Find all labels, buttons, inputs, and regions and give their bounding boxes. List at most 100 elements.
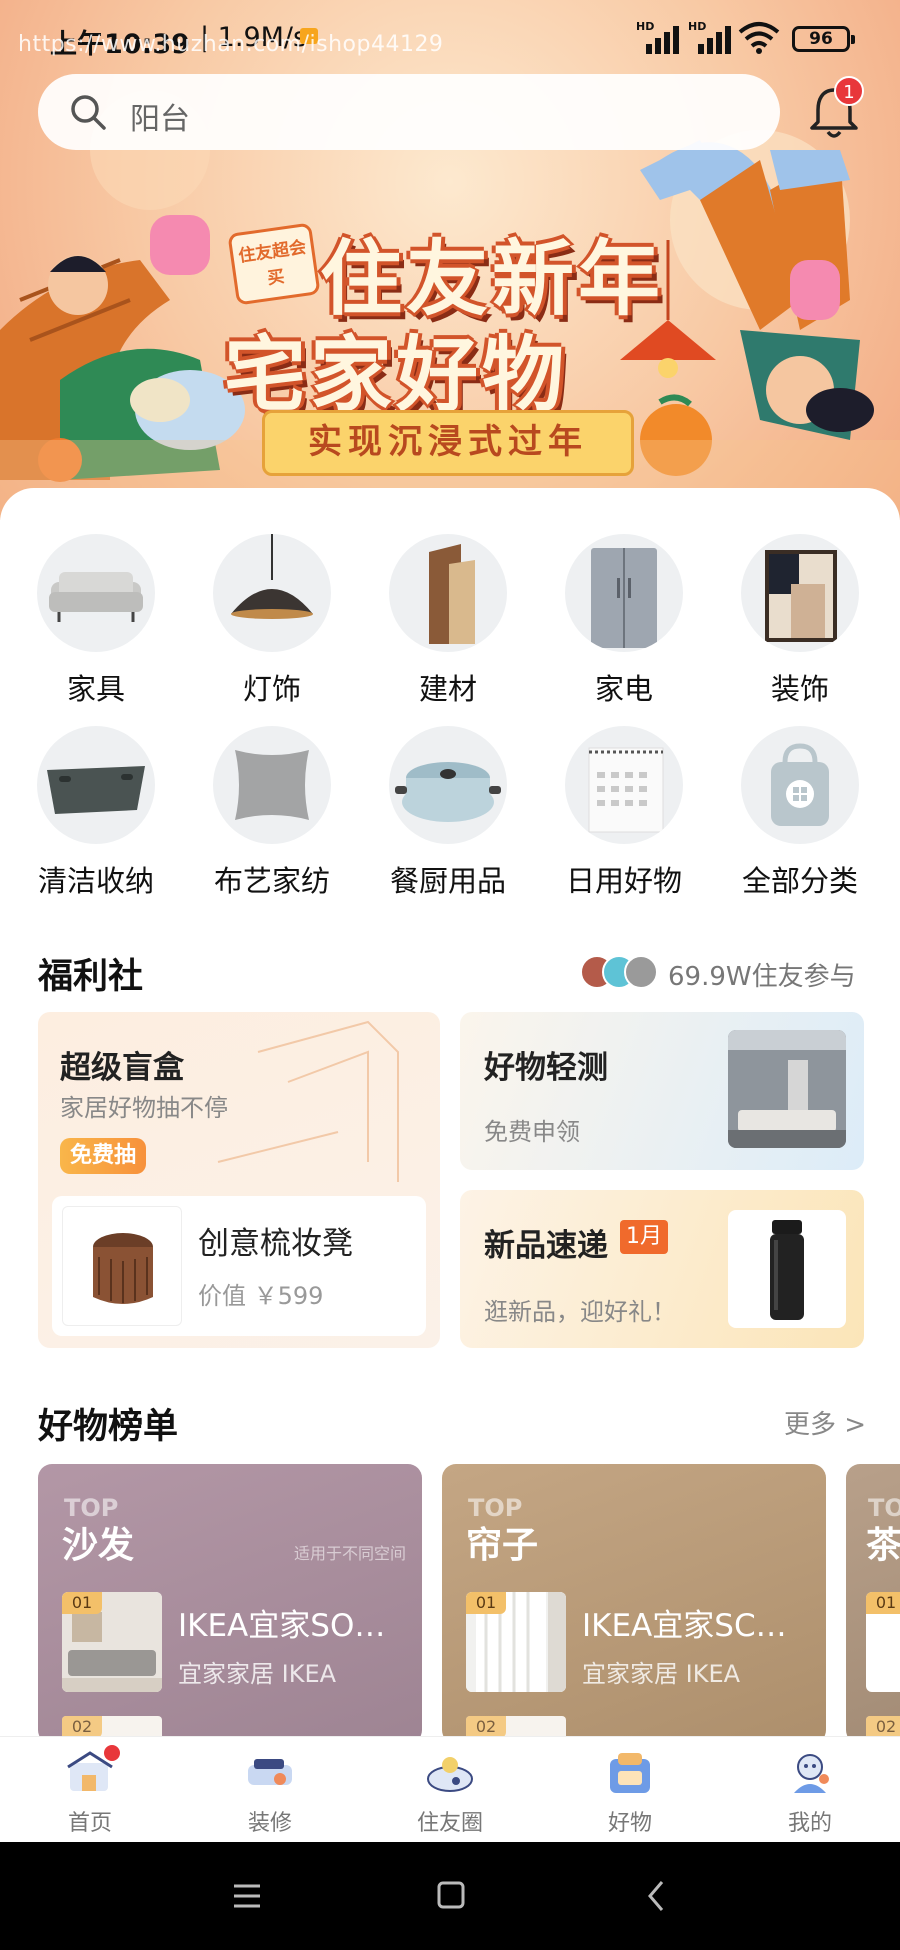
- fridge-icon: [565, 534, 683, 652]
- renovation-icon: [248, 1759, 292, 1785]
- rank-product-brand: 宜家家居 IKEA: [582, 1660, 741, 1688]
- category-furniture[interactable]: 家具: [8, 534, 184, 708]
- tab-profile[interactable]: 我的: [720, 1737, 900, 1843]
- product-image: 01: [62, 1592, 162, 1692]
- tab-unread-dot: [104, 1745, 120, 1761]
- category-label: 家电: [594, 672, 653, 706]
- tab-label: 装修: [247, 1811, 292, 1836]
- search-bar[interactable]: 阳台: [38, 74, 780, 150]
- goods-icon: [610, 1753, 650, 1793]
- new-arrivals-card[interactable]: 新品速递 1月 逛新品，迎好礼！: [460, 1190, 864, 1348]
- category-label: 全部分类: [741, 864, 858, 898]
- promo-banner[interactable]: 上午10:39 | 1.9M/s https://www.huzhan.com/…: [0, 0, 900, 520]
- rank-number: 01: [866, 1592, 900, 1614]
- category-daily-goods[interactable]: 日用好物: [536, 726, 712, 900]
- blind-box-product[interactable]: 创意梳妆凳 价值 ￥599: [52, 1196, 426, 1336]
- category-label: 日用好物: [565, 864, 682, 898]
- participants-count[interactable]: 69.9W住友参与: [668, 956, 856, 993]
- rank-number: 01: [62, 1592, 102, 1614]
- rank-number: 02: [62, 1716, 102, 1738]
- watermark-url: https://www.huzhan.com/ishop44129: [18, 32, 444, 57]
- notification-badge: 1: [834, 76, 864, 106]
- signal-icon: HD: [636, 20, 684, 54]
- rank-category: 沙发: [62, 1525, 135, 1566]
- product-name: 创意梳妆凳: [198, 1226, 353, 1262]
- frame-icon: [741, 534, 859, 652]
- free-draw-badge[interactable]: 免费抽: [60, 1138, 147, 1174]
- rank-note: 适用于不同空间: [294, 1544, 407, 1563]
- participant-avatars: [580, 955, 660, 989]
- tab-label: 住友圈: [416, 1811, 483, 1836]
- bottom-tab-bar: 首页 装修 住友圈 好物 我的: [0, 1736, 900, 1842]
- profile-icon: [794, 1754, 829, 1793]
- category-appliances[interactable]: 家电: [536, 534, 712, 708]
- signal-icon: HD: [688, 20, 736, 54]
- category-all[interactable]: 全部分类: [712, 726, 888, 900]
- category-label: 家具: [66, 672, 125, 706]
- blind-box-card[interactable]: 超级盲盒 家居好物抽不停 免费抽 创意梳妆凳 价值 ￥599: [38, 1012, 440, 1348]
- back-icon[interactable]: [644, 1874, 668, 1918]
- stool-image: [62, 1206, 182, 1326]
- category-label: 餐厨用品: [389, 864, 506, 898]
- blind-box-title: 超级盲盒: [60, 1050, 184, 1086]
- product-image: 01: [866, 1592, 900, 1692]
- community-icon: [427, 1757, 473, 1792]
- rank-number: 02: [866, 1716, 900, 1738]
- pot-icon: [389, 726, 507, 844]
- category-building-materials[interactable]: 建材: [360, 534, 536, 708]
- menu-icon[interactable]: [232, 1874, 262, 1918]
- rank-category: 茶: [866, 1525, 900, 1566]
- tab-label: 首页: [67, 1811, 112, 1836]
- pillow-icon: [213, 726, 331, 844]
- calendar-icon: [565, 726, 683, 844]
- rankings-section-title: 好物榜单: [38, 1407, 179, 1447]
- category-label: 装饰: [770, 672, 829, 706]
- rank-product-brand: 宜家家居 IKEA: [178, 1660, 337, 1688]
- tab-home[interactable]: 首页: [0, 1737, 180, 1843]
- rank-category: 帘子: [466, 1525, 539, 1566]
- tray-icon: [37, 726, 155, 844]
- tab-label: 好物: [607, 1811, 652, 1836]
- home-nav-icon[interactable]: [436, 1874, 466, 1918]
- new-arrivals-subtitle: 逛新品，迎好礼！: [484, 1298, 676, 1326]
- tab-renovation[interactable]: 装修: [180, 1737, 360, 1843]
- rankings-more-link[interactable]: 更多 >: [784, 1404, 866, 1441]
- rank-product-name: IKEA宜家SC…: [582, 1608, 787, 1644]
- trial-subtitle: 免费申领: [484, 1118, 580, 1146]
- pendant-lamp-icon: [213, 534, 331, 652]
- promo-subtitle: 实现沉浸式过年: [262, 410, 634, 476]
- ranking-card-sofa[interactable]: TOP 沙发 适用于不同空间 01 IKEA宜家SO… 宜家家居 IKEA 02: [38, 1464, 422, 1744]
- bottle-image: [728, 1210, 846, 1328]
- sofa-icon: [37, 534, 155, 652]
- category-cleaning-storage[interactable]: 清洁收纳: [8, 726, 184, 900]
- ranking-card-tea[interactable]: TO 茶 01 02: [846, 1464, 900, 1744]
- bag-grid-icon: [741, 726, 859, 844]
- system-navigation-bar: [0, 1842, 900, 1950]
- welfare-section-title: 福利社: [38, 957, 144, 997]
- rank-number: 02: [466, 1716, 506, 1738]
- living-room-image: [728, 1030, 846, 1148]
- category-textiles[interactable]: 布艺家纺: [184, 726, 360, 900]
- category-label: 建材: [418, 672, 477, 706]
- rank-number: 01: [466, 1592, 506, 1614]
- category-kitchen[interactable]: 餐厨用品: [360, 726, 536, 900]
- avatar: [624, 955, 658, 989]
- trial-title: 好物轻测: [484, 1050, 608, 1086]
- trial-card[interactable]: 好物轻测 免费申领: [460, 1012, 864, 1170]
- category-label: 清洁收纳: [37, 864, 154, 898]
- category-label: 布艺家纺: [213, 864, 330, 898]
- wood-panel-icon: [389, 534, 507, 652]
- category-decor[interactable]: 装饰: [712, 534, 888, 708]
- product-price: 价值 ￥599: [198, 1282, 324, 1310]
- tab-label: 我的: [787, 1811, 832, 1836]
- wifi-icon: [738, 22, 780, 54]
- category-label: 灯饰: [242, 672, 301, 706]
- rank-product-name: IKEA宜家SO…: [178, 1608, 386, 1644]
- blind-box-subtitle: 家居好物抽不停: [60, 1094, 228, 1122]
- search-icon: [71, 95, 106, 130]
- tab-community[interactable]: 住友圈: [360, 1737, 540, 1843]
- ranking-card-curtain[interactable]: TOP 帘子 01 IKEA宜家SC… 宜家家居 IKEA 02: [442, 1464, 826, 1744]
- product-image: 01: [466, 1592, 566, 1692]
- category-lighting[interactable]: 灯饰: [184, 534, 360, 708]
- tab-goods[interactable]: 好物: [540, 1737, 720, 1843]
